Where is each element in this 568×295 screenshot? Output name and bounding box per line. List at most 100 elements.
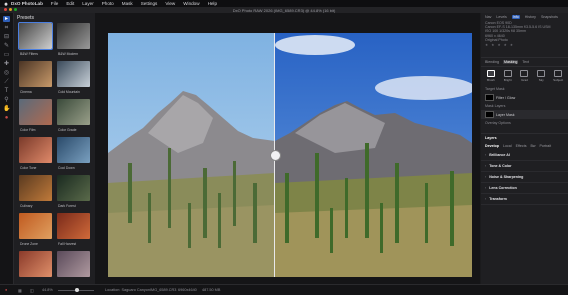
preset-thumbnail[interactable]: Drone Zone [19,213,52,239]
tab-bw[interactable]: Bw [531,144,536,148]
grid-view-icon[interactable]: ▦ [18,288,22,293]
preset-label: Fall Harvest [57,242,90,246]
preset-thumbnail[interactable]: Culinary [19,175,52,201]
before-image[interactable] [108,33,275,277]
right-panel: Nav Levels Info History Snapshots Canon … [481,13,568,284]
tab-local[interactable]: Local [503,144,512,148]
status-bar: ● ▦ ◫ 44.8% Location: Saguaro Canyon IMG… [0,284,568,295]
section-brilliance[interactable]: ›Brilliance AI [481,150,568,161]
split-handle[interactable] [270,150,281,161]
layer-row[interactable]: Filter / Glow [481,93,568,102]
layer-row[interactable]: Layer Mask [481,110,568,119]
preset-label: Dark Forest [57,204,90,208]
preset-thumbnail[interactable]: B&W Modern [57,23,90,49]
compare-view-icon[interactable]: ◫ [30,288,34,293]
menu-file[interactable]: File [51,1,58,6]
preset-label: B&W Modern [57,52,90,56]
preset-label: Cool Down [57,166,90,170]
preset-thumbnail[interactable]: Cold Mountain [57,61,90,87]
preset-thumbnail[interactable]: Dark Forest [57,175,90,201]
star-rating[interactable]: ★ ★ ★ ★ ★ [481,42,568,48]
preset-label: Drone Zone [19,242,52,246]
type-icon[interactable]: T [3,88,10,94]
chevron-right-icon: › [485,164,486,168]
tab-text[interactable]: Text [522,60,529,64]
preset-thumbnail[interactable]: Cinema [19,61,52,87]
preset-thumbnail[interactable]: Cool Down [57,137,90,163]
sky-icon [537,70,545,77]
section-noise-sharpening[interactable]: ›Noise & Sharpening [481,172,568,183]
after-image[interactable] [275,33,472,277]
tab-history[interactable]: History [525,15,536,19]
photo-metadata: Canon EOS 90D Canon EF-S 18-135mm f/3.5-… [481,21,568,42]
clone-icon[interactable]: ◎ [3,70,10,76]
chevron-right-icon: › [485,186,486,190]
preset-thumbnail[interactable]: Fall Harvest [57,213,90,239]
section-lens-correction[interactable]: ›Lens Correction [481,183,568,194]
tab-portrait[interactable]: Portrait [540,144,552,148]
tab-develop[interactable]: Develop [485,144,499,148]
preset-thumbnail[interactable] [57,251,90,277]
eraser-icon[interactable]: ▭ [3,52,10,58]
crop-icon[interactable]: ⌗ [3,25,10,31]
mask-brush-tool[interactable]: Brush [485,70,497,82]
apple-icon[interactable] [4,2,8,6]
file-label: IMG_6589.CR3 [150,288,176,292]
target-mask-label: Target Mask [481,85,568,93]
zoom-icon[interactable]: ⚲ [3,97,10,103]
preset-label: Color Tone [19,166,52,170]
horizon-icon[interactable]: ⊟ [3,34,10,40]
develop-tabs: Develop Local Effects Bw Portrait [481,142,568,150]
presets-panel: Presets B&W FiltersB&W ModernCinemaCold … [14,13,95,284]
layer-thumb [485,111,494,118]
zoom-slider-knob[interactable] [75,288,79,292]
overlay-options-label[interactable]: Overlay Options [481,119,568,127]
tab-info[interactable]: Info [512,15,520,19]
eyedropper-icon[interactable]: ⟋ [3,79,10,85]
color-icon[interactable]: ● [3,115,10,121]
preset-thumbnail[interactable]: Color Tone [19,137,52,163]
zoom-level[interactable]: 44.8% [42,288,53,292]
menu-bar: DxO PhotoLab File Edit Layer Photo Mask … [0,0,568,7]
tab-effects[interactable]: Effects [516,144,527,148]
mask-bright-tool[interactable]: Bright [502,70,514,82]
preset-thumbnail[interactable]: Color Film [19,99,52,125]
tab-nav[interactable]: Nav [485,15,491,19]
preset-thumbnail[interactable] [19,251,52,277]
gradient-icon [520,70,528,77]
chevron-right-icon: › [485,197,486,201]
tab-snapshots[interactable]: Snapshots [541,15,558,19]
brush-icon [487,70,495,77]
tab-masking[interactable]: Masking [503,60,518,64]
menu-app-name[interactable]: DxO PhotoLab [11,1,43,6]
menu-edit[interactable]: Edit [66,1,74,6]
tab-levels[interactable]: Levels [496,15,506,19]
mask-subject-tool[interactable]: Subject [552,70,564,82]
presets-title: Presets [14,13,95,23]
mask-grad-tool[interactable]: Grad [519,70,531,82]
mask-sky-tool[interactable]: Sky [535,70,547,82]
preset-thumbnail[interactable]: B&W Filters [19,23,52,49]
menu-window[interactable]: Window [183,1,199,6]
menu-help[interactable]: Help [208,1,217,6]
preset-label: Color Film [19,128,52,132]
section-tone-color[interactable]: ›Tone & Color [481,161,568,172]
brush-icon[interactable]: ✎ [3,43,10,49]
size-label: 487.50 MB [202,288,220,292]
select-icon[interactable]: ▸ [3,16,10,22]
menu-view[interactable]: View [165,1,175,6]
menu-photo[interactable]: Photo [102,1,114,6]
mask-layers-label: Mask Layers [481,102,568,110]
record-icon[interactable]: ● [5,288,7,292]
preset-thumbnail[interactable]: Color Grade [57,99,90,125]
menu-settings[interactable]: Settings [141,1,158,6]
section-transform[interactable]: ›Transform [481,194,568,205]
healing-icon[interactable]: ✚ [3,61,10,67]
menu-mask[interactable]: Mask [122,1,133,6]
menu-layer[interactable]: Layer [82,1,94,6]
layers-title: Layers [481,133,568,142]
preset-label: Culinary [19,204,52,208]
hand-icon[interactable]: ✋ [3,106,10,112]
tool-strip: ▸ ⌗ ⊟ ✎ ▭ ✚ ◎ ⟋ T ⚲ ✋ ● [0,13,14,294]
tab-blending[interactable]: Blending [485,60,499,64]
